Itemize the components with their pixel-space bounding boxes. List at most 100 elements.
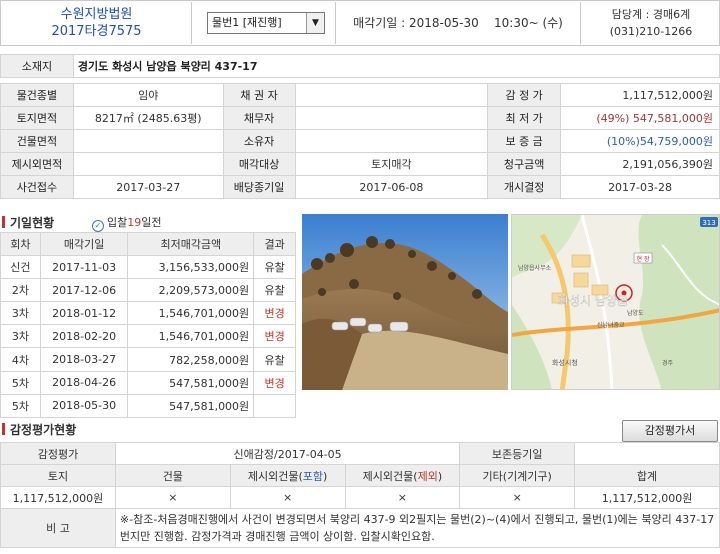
col-excl: 제시외건물(제외) bbox=[344, 464, 461, 487]
value-total: 1,117,512,000원 bbox=[574, 486, 720, 509]
history-date: 2018-03-27 bbox=[39, 347, 129, 372]
history-table: 회차 매각기일 최저매각금액 결과 신건 2017-11-03 3,156,53… bbox=[0, 231, 296, 418]
value-land: 1,117,512,000원 bbox=[0, 486, 116, 509]
bldg-area-value bbox=[72, 129, 224, 153]
table-row: 3차 2018-01-12 1,546,701,000원 변경 bbox=[0, 301, 296, 326]
history-round: 3차 bbox=[0, 324, 41, 349]
clock-icon: ✓ bbox=[92, 220, 104, 232]
history-round: 4차 bbox=[0, 347, 41, 372]
col-incl-word: 포함 bbox=[302, 469, 324, 483]
dept-block: 담당계 : 경매6계 (031)210-1266 bbox=[583, 2, 719, 44]
sale-target-label: 매각대상 bbox=[222, 152, 296, 176]
preserve-value bbox=[574, 442, 720, 465]
history-amount: 547,581,000원 bbox=[127, 393, 255, 418]
history-result bbox=[253, 393, 296, 418]
history-date: 2018-01-12 bbox=[39, 301, 129, 326]
history-date: 2017-12-06 bbox=[39, 278, 129, 303]
value-etc: × bbox=[459, 486, 576, 509]
history-col-result: 결과 bbox=[253, 231, 296, 257]
case-header: 수원지방법원 2017타경7575 물번1 [재진행] ▼ 매각기일 : 201… bbox=[0, 0, 720, 46]
appraisal-table: 감정평가 신애감정/2017-04-05 보존등기일 토지 건물 제시외건물(포… bbox=[0, 442, 720, 548]
history-round: 5차 bbox=[0, 370, 41, 395]
history-amount: 547,581,000원 bbox=[127, 370, 255, 395]
history-date: 2018-05-30 bbox=[39, 393, 129, 418]
value-bldg: × bbox=[114, 486, 231, 509]
received-value: 2017-03-27 bbox=[72, 175, 224, 199]
commence-label: 개시결정 bbox=[487, 175, 562, 199]
map-label: 남양도 bbox=[627, 309, 644, 317]
col-land: 토지 bbox=[0, 464, 116, 487]
days-left-prefix: 입찰 bbox=[107, 216, 128, 229]
location-value: 경기도 화성시 남양읍 북양리 437-17 bbox=[72, 54, 720, 78]
history-round: 5차 bbox=[0, 393, 41, 418]
court-name[interactable]: 수원지방법원 bbox=[2, 6, 191, 23]
map-school-label: 신남녀중교 bbox=[597, 321, 625, 329]
claim-label: 청구금액 bbox=[487, 152, 562, 176]
item-select[interactable]: 물번1 [재진행] ▼ bbox=[207, 12, 325, 34]
hillside-photo bbox=[302, 214, 508, 390]
table-row: 4차 2018-03-27 782,258,000원 유찰 bbox=[0, 347, 296, 372]
deposit-label: 보 증 금 bbox=[487, 129, 562, 153]
preserve-label: 보존등기일 bbox=[459, 442, 576, 465]
map-town-label: 화성시 남양읍 bbox=[558, 294, 628, 308]
history-result: 유찰 bbox=[253, 347, 296, 372]
land-area-value: 8217㎡ (2485.63평) bbox=[72, 106, 224, 130]
appraisal-value: 1,117,512,000원 bbox=[560, 83, 720, 107]
history-amount: 1,546,701,000원 bbox=[127, 301, 255, 326]
creditor-label: 채 권 자 bbox=[222, 83, 296, 107]
history-result: 변경 bbox=[253, 370, 296, 395]
creditor-value bbox=[294, 83, 489, 107]
table-row: 5차 2018-05-30 547,581,000원 bbox=[0, 393, 296, 418]
col-total: 합계 bbox=[574, 464, 720, 487]
table-row: 3차 2018-02-20 1,546,701,000원 변경 bbox=[0, 324, 296, 349]
history-col-date: 매각기일 bbox=[39, 231, 129, 257]
min-price-value: (49%) 547,581,000원 bbox=[560, 106, 720, 130]
auction-date-label: 매각기일 : bbox=[353, 16, 406, 30]
history-col-min-price: 최저매각금액 bbox=[127, 231, 255, 257]
value-excl: × bbox=[344, 486, 461, 509]
appraisal-report-button[interactable]: 감정평가서 bbox=[622, 420, 718, 442]
chevron-down-icon[interactable]: ▼ bbox=[306, 13, 324, 33]
eval-label: 감정평가 bbox=[0, 442, 116, 465]
note-label: 비 고 bbox=[0, 508, 116, 548]
history-round: 2차 bbox=[0, 278, 41, 303]
history-col-round: 회차 bbox=[0, 231, 41, 257]
excl-area-label: 제시외면적 bbox=[0, 152, 74, 176]
land-area-label: 토지면적 bbox=[0, 106, 74, 130]
auction-time: 10:30~ (수) bbox=[494, 16, 563, 30]
owner-value bbox=[294, 129, 489, 153]
deposit-value: (10%)54,759,000원 bbox=[560, 129, 720, 153]
history-result: 변경 bbox=[253, 301, 296, 326]
history-amount: 1,546,701,000원 bbox=[127, 324, 255, 349]
col-excl-suffix: ) bbox=[437, 469, 443, 483]
dist-deadline-label: 배당종기일 bbox=[222, 175, 296, 199]
days-left-suffix: 일전 bbox=[141, 216, 162, 229]
dist-deadline-value: 2017-06-08 bbox=[294, 175, 489, 199]
history-date: 2018-02-20 bbox=[39, 324, 129, 349]
location-map[interactable]: 현 장 화성시 남양읍 화성시청 남양읍사무소 남양도 신남녀중교 경주 313 bbox=[511, 214, 720, 390]
case-number[interactable]: 2017타경7575 bbox=[2, 23, 191, 40]
map-road-number: 313 bbox=[702, 219, 715, 227]
map-image: 현 장 화성시 남양읍 화성시청 남양읍사무소 남양도 신남녀중교 경주 313 bbox=[512, 215, 719, 389]
received-label: 사건접수 bbox=[0, 175, 74, 199]
min-price-label: 최 저 가 bbox=[487, 106, 562, 130]
court-block: 수원지방법원 2017타경7575 bbox=[2, 2, 192, 44]
history-result: 유찰 bbox=[253, 278, 296, 303]
history-amount: 3,156,533,000원 bbox=[127, 255, 255, 280]
property-photo[interactable] bbox=[302, 214, 508, 390]
debtor-value bbox=[294, 106, 489, 130]
bldg-area-label: 건물면적 bbox=[0, 129, 74, 153]
location-label: 소재지 bbox=[0, 54, 74, 78]
debtor-label: 채무자 bbox=[222, 106, 296, 130]
days-left-count: 19 bbox=[127, 216, 142, 229]
table-row: 2차 2017-12-06 2,209,573,000원 유찰 bbox=[0, 278, 296, 303]
table-row: 신건 2017-11-03 3,156,533,000원 유찰 bbox=[0, 255, 296, 280]
appraisal-label: 감 정 가 bbox=[487, 83, 562, 107]
history-result: 유찰 bbox=[253, 255, 296, 280]
history-header-row: 회차 매각기일 최저매각금액 결과 bbox=[0, 231, 296, 257]
table-row: 5차 2018-04-26 547,581,000원 변경 bbox=[0, 370, 296, 395]
case-info-table: 소재지 경기도 화성시 남양읍 북양리 437-17 물건종별 임야 채 권 자… bbox=[0, 54, 720, 199]
claim-value: 2,191,056,390원 bbox=[560, 152, 720, 176]
days-left: ✓ 입찰19일전 bbox=[92, 214, 162, 232]
history-round: 3차 bbox=[0, 301, 41, 326]
